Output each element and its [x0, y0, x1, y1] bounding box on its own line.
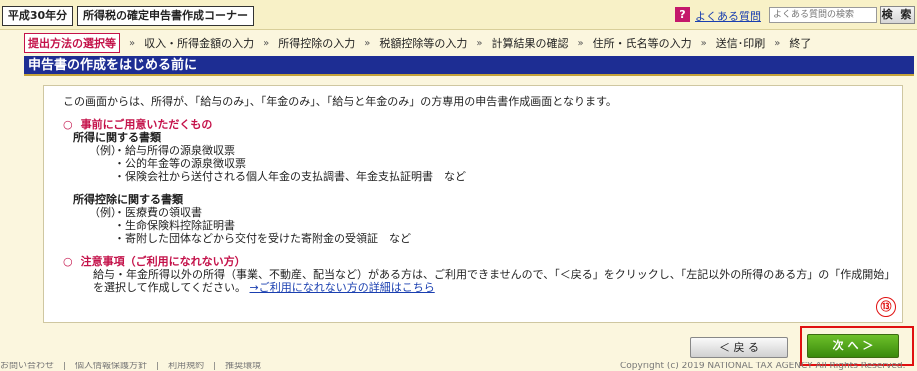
step-separator: » — [129, 37, 136, 49]
copyright: Copyright (c) 2019 NATIONAL TAX AGENCY A… — [620, 362, 906, 371]
step-separator: » — [700, 37, 707, 49]
faq-search-input[interactable] — [769, 7, 877, 23]
prepare-heading: ○ 事前にご用意いただくもの — [63, 118, 902, 131]
note-heading: ○ 注意事項（ご利用になれない方） — [63, 255, 902, 268]
step-number-marker: ⑬ — [876, 297, 896, 317]
step-separator: » — [774, 37, 781, 49]
step-item: 税額控除等の入力 — [379, 37, 468, 50]
income-doc-item: 保険会社から送付される個人年金の支払調書、年金支払証明書 など — [114, 170, 902, 183]
step-progress: 提出方法の選択等 » 収入・所得金額の入力 » 所得控除の入力 » 税額控除等の… — [24, 33, 917, 53]
deduction-doc-item: 寄附した団体などから交付を受けた寄附金の受領証 など — [114, 232, 902, 245]
footer: お問い合わせ | 個人情報保護方針 | 利用規約 | 推奨環境 Copyrigh… — [0, 362, 917, 371]
step-current: 提出方法の選択等 — [24, 33, 120, 53]
step-item: 終了 — [789, 37, 812, 50]
step-item: 住所・氏名等の入力 — [592, 37, 692, 50]
deduction-docs-heading: 所得控除に関する書類 — [73, 193, 183, 206]
income-doc-item: 給与所得の源泉徴収票 — [114, 144, 235, 157]
deduction-doc-item: 医療費の領収書 — [114, 206, 202, 219]
step-item: 送信･印刷 — [715, 37, 766, 50]
income-docs-heading: 所得に関する書類 — [73, 131, 161, 144]
prepare-heading-text: 事前にご用意いただくもの — [80, 118, 213, 131]
step-separator: » — [263, 37, 270, 49]
details-link[interactable]: →ご利用になれない方の詳細はこちら — [250, 281, 435, 294]
example-label: （例） — [89, 206, 122, 219]
faq-link[interactable]: よくある質問 — [695, 8, 761, 24]
circle-bullet: ○ — [63, 118, 73, 131]
list-item: （例） 給与所得の源泉徴収票 — [63, 144, 902, 157]
list-item: （例） 医療費の領収書 — [63, 206, 902, 219]
corner-title: 所得税の確定申告書作成コーナー — [77, 6, 254, 26]
step-separator: » — [577, 37, 584, 49]
back-button[interactable]: ＜ 戻 る — [690, 337, 788, 358]
note-heading-text: 注意事項（ご利用になれない方） — [80, 255, 246, 268]
tax-year-badge: 平成30年分 — [2, 6, 73, 26]
footer-links[interactable]: お問い合わせ | 個人情報保護方針 | 利用規約 | 推奨環境 — [0, 362, 261, 371]
search-button[interactable]: 検 索 — [880, 6, 915, 24]
top-bar: 平成30年分 所得税の確定申告書作成コーナー ? よくある質問 検 索 — [0, 0, 917, 30]
example-label: （例） — [89, 144, 122, 157]
intro-text: この画面からは、所得が、「給与のみ」、「年金のみ」、「給与と年金のみ」の方専用の… — [63, 95, 617, 108]
step-item: 計算結果の確認 — [491, 37, 569, 50]
circle-bullet: ○ — [63, 255, 73, 268]
step-item: 収入・所得金額の入力 — [144, 37, 255, 50]
highlight-box — [800, 326, 914, 366]
deduction-doc-item: 生命保険料控除証明書 — [114, 219, 902, 232]
income-doc-item: 公的年金等の源泉徴収票 — [114, 157, 902, 170]
step-item: 所得控除の入力 — [278, 37, 356, 50]
step-separator: » — [364, 37, 371, 49]
section-title: 申告書の作成をはじめる前に — [24, 56, 914, 76]
step-separator: » — [476, 37, 483, 49]
content-panel: この画面からは、所得が、「給与のみ」、「年金のみ」、「給与と年金のみ」の方専用の… — [43, 85, 903, 323]
help-icon[interactable]: ? — [675, 7, 690, 22]
note-body: 給与・年金所得以外の所得（事業、不動産、配当など）がある方は、ご利用できませんの… — [63, 268, 893, 294]
note-text: 給与・年金所得以外の所得（事業、不動産、配当など）がある方は、ご利用できませんの… — [93, 268, 890, 294]
